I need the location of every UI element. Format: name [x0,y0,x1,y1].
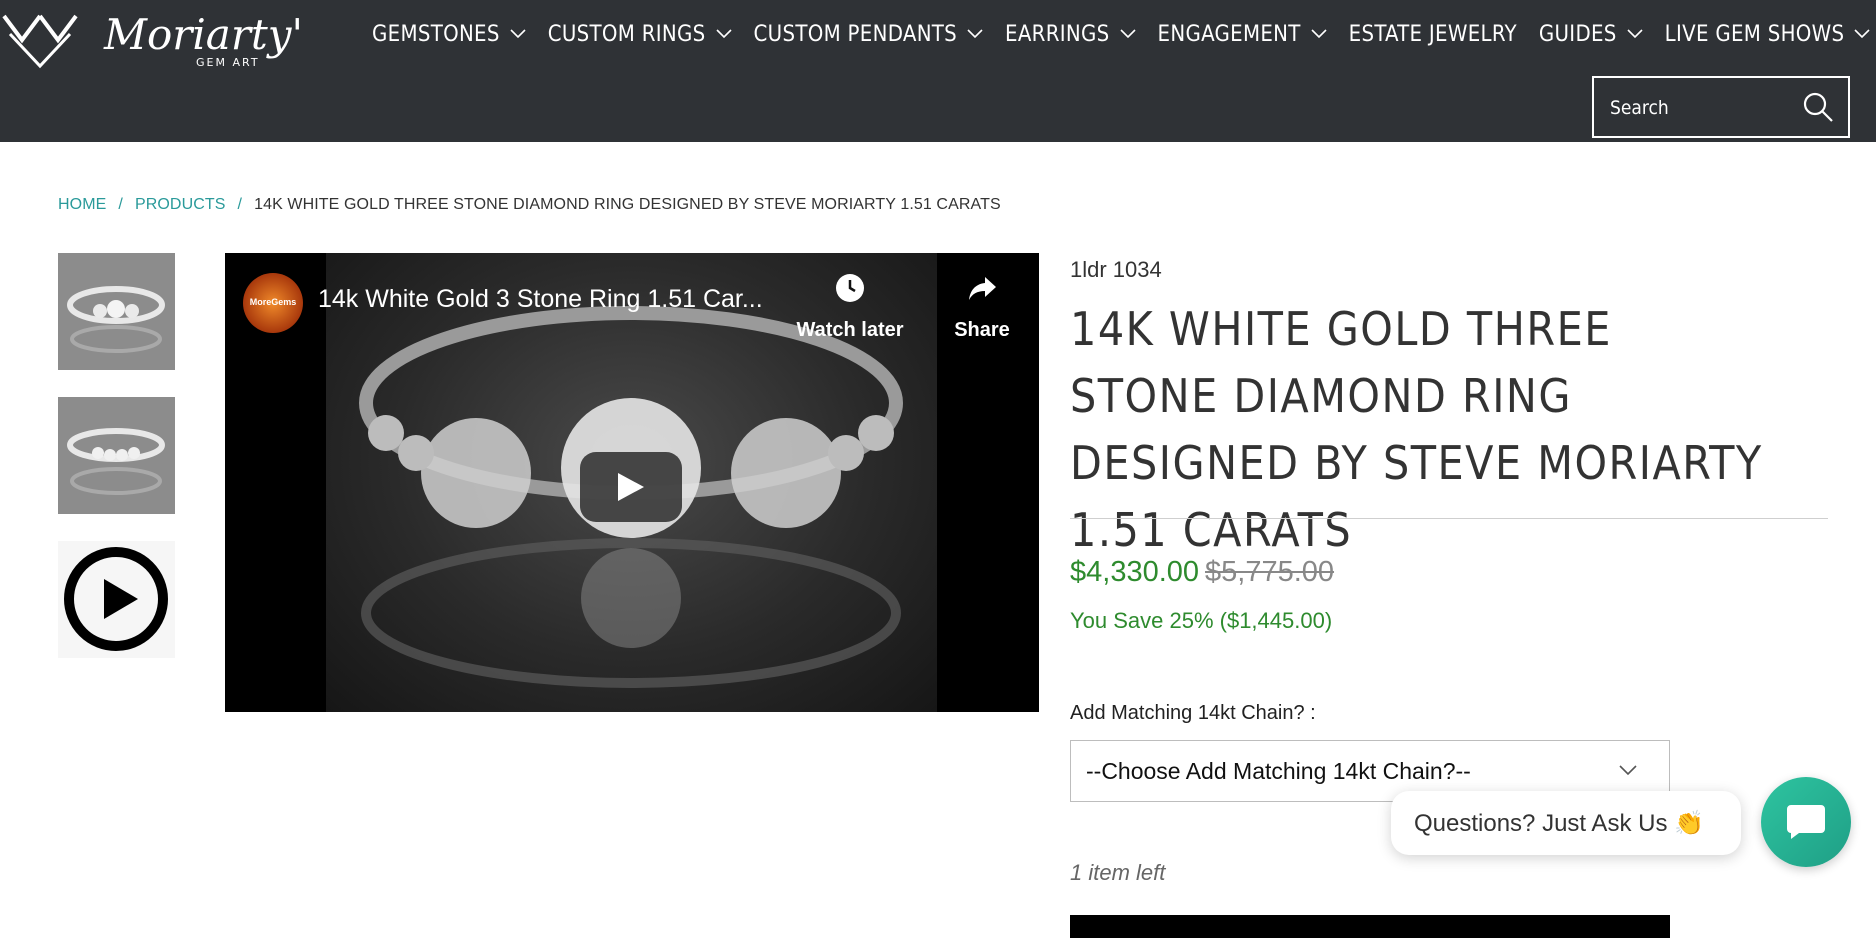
thumbnail-ring-photo-1[interactable] [58,253,175,370]
search-input[interactable] [1608,92,1792,124]
nav-earrings[interactable]: EARRINGS [1005,21,1136,47]
chevron-down-icon [1854,29,1870,39]
play-icon [618,473,644,501]
option-label: Add Matching 14kt Chain? : [1070,702,1316,724]
chevron-down-icon [1627,29,1643,39]
watch-later-label: Watch later [796,319,904,341]
savings-text: You Save 25% ($1,445.00) [1070,608,1333,633]
logo-emblem-icon: Moriarty's GEM ART [2,10,300,69]
nav-label: ENGAGEMENT [1157,21,1301,47]
chevron-down-icon [715,29,732,39]
nav-engagement[interactable]: ENGAGEMENT [1158,22,1327,47]
main-nav: GEMSTONES CUSTOM RINGS CUSTOM PENDANTS E… [372,0,1876,68]
chevron-down-icon [1311,29,1327,39]
search-box [1592,76,1850,138]
nav-custom-rings[interactable]: CUSTOM RINGS [548,22,732,47]
nav-label: GUIDES [1538,21,1617,47]
video-play-button[interactable] [580,452,682,522]
nav-live-gem-shows[interactable]: LIVE GEM SHOWS [1665,22,1871,47]
nav-label: EARRINGS [1005,21,1110,47]
thumbnail-ring-photo-2[interactable] [58,397,175,514]
chat-icon [1787,805,1825,839]
share-label: Share [954,319,1010,341]
chevron-down-icon [967,29,983,39]
channel-name: MoreGems [249,297,297,307]
share-icon [969,277,996,300]
play-video-icon [64,547,168,651]
breadcrumb-separator: / [237,196,243,213]
nav-label: CUSTOM RINGS [547,21,706,47]
price-block: $4,330.00 $5,775.00 [1070,556,1334,589]
share-button[interactable]: Share [947,273,1017,342]
nav-label: ESTATE JEWELRY [1348,21,1517,47]
channel-avatar[interactable]: MoreGems [243,273,303,333]
nav-gemstones[interactable]: GEMSTONES [372,22,526,47]
chat-prompt-bubble[interactable]: Questions? Just Ask Us 👏 [1391,791,1741,855]
chat-prompt-text: Questions? Just Ask Us 👏 [1414,810,1704,837]
site-logo[interactable]: Moriarty's GEM ART [0,4,300,74]
chevron-down-icon [510,29,526,39]
stock-status: 1 item left [1070,860,1166,885]
chevron-down-icon [1619,765,1637,776]
nav-guides[interactable]: GUIDES [1539,22,1643,47]
search-icon[interactable] [1802,91,1834,123]
nav-label: CUSTOM PENDANTS [753,21,958,47]
svg-text:Moriarty's: Moriarty's [103,10,300,59]
product-video[interactable]: MoreGems 14k White Gold 3 Stone Ring 1.5… [225,253,1039,712]
video-title[interactable]: 14k White Gold 3 Stone Ring 1.51 Car... [318,285,763,314]
svg-text:GEM ART: GEM ART [196,56,260,69]
compare-price: $5,775.00 [1205,556,1335,588]
chat-launcher-button[interactable] [1761,777,1851,867]
breadcrumb-current: 14K WHITE GOLD THREE STONE DIAMOND RING … [254,196,1001,213]
breadcrumb: HOME / PRODUCTS / 14K WHITE GOLD THREE STONE… [58,196,1001,214]
nav-custom-pendants[interactable]: CUSTOM PENDANTS [754,22,984,47]
add-to-cart-button[interactable] [1070,915,1670,938]
select-value: --Choose Add Matching 14kt Chain?-- [1086,758,1471,784]
divider [1070,518,1828,519]
watch-later-button[interactable]: Watch later [795,273,905,342]
chevron-down-icon [1119,29,1136,39]
product-sku: 1ldr 1034 [1070,257,1162,282]
nav-label: LIVE GEM SHOWS [1664,21,1845,47]
product-title: 14K WHITE GOLD THREE STONE DIAMOND RING … [1070,302,1763,557]
breadcrumb-products[interactable]: PRODUCTS [135,196,226,213]
ring-image [58,253,175,370]
clock-icon [836,274,864,302]
thumbnail-video[interactable] [58,541,175,658]
nav-estate-jewelry[interactable]: ESTATE JEWELRY [1349,22,1517,47]
ring-image [58,397,175,514]
breadcrumb-separator: / [118,196,123,213]
site-header: Moriarty's GEM ART GEMSTONES CUSTOM RING… [0,0,1876,142]
nav-label: GEMSTONES [372,21,500,47]
sale-price: $4,330.00 [1070,556,1200,588]
breadcrumb-home[interactable]: HOME [58,196,106,213]
